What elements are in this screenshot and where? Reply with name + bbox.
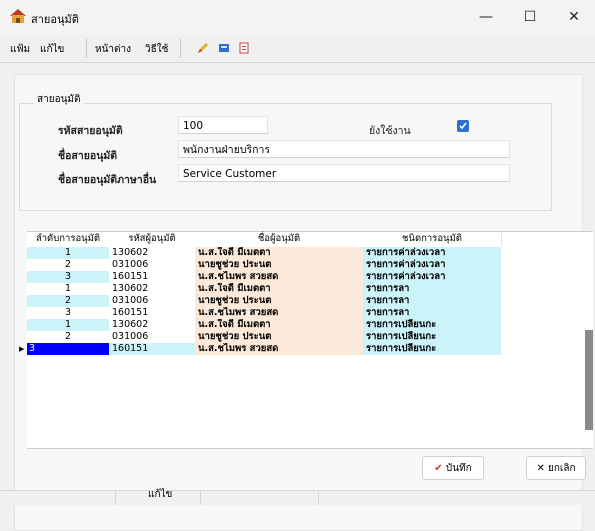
title-bar: สายอนุมัติ — ☐ ✕	[0, 0, 595, 34]
menu-help[interactable]: วิธีใช้	[145, 42, 168, 57]
group-title: สายอนุมัติ	[34, 92, 84, 107]
grid-scrollbar[interactable]	[585, 330, 593, 430]
active-checkbox[interactable]	[457, 120, 469, 132]
cell-approver-id[interactable]: 160151	[109, 307, 195, 319]
status-segment	[200, 491, 319, 505]
cell-approval-type[interactable]: รายการค่าล่วงเวลา	[363, 259, 501, 271]
menu-bar: แฟ้ม แก้ไข หน้าต่าง วิธีใช้	[0, 34, 595, 63]
cell-approver-name[interactable]: น.ส.ชไมพร สวยสด	[195, 271, 363, 283]
cell-sequence[interactable]: 2	[27, 331, 109, 343]
check-icon	[459, 122, 467, 130]
cell-sequence[interactable]: 1	[27, 247, 109, 259]
row-indicator-icon: ▶	[19, 345, 25, 353]
code-label: รหัสสายอนุมัติ	[58, 125, 123, 137]
cell-approver-name[interactable]: น.ส.ใจดี มีเมตตา	[195, 247, 363, 259]
cancel-button[interactable]: ✕ ยกเลิก	[526, 456, 586, 480]
cell-approver-id[interactable]: 031006	[109, 295, 195, 307]
name-other-input[interactable]: Service Customer	[178, 164, 510, 182]
cell-approver-name[interactable]: น.ส.ใจดี มีเมตตา	[195, 283, 363, 295]
cell-sequence[interactable]: 2	[27, 295, 109, 307]
maximize-button[interactable]: ☐	[510, 4, 550, 30]
cell-approval-type[interactable]: รายการลา	[363, 283, 501, 295]
menu-window[interactable]: หน้าต่าง	[95, 42, 131, 57]
cell-sequence[interactable]: 1	[27, 319, 109, 331]
window-title: สายอนุมัติ	[31, 13, 79, 26]
cell-sequence[interactable]: 3	[27, 343, 109, 355]
save-icon[interactable]	[217, 41, 231, 55]
column-header-approval-type[interactable]: ชนิดการอนุมัติ	[363, 232, 502, 246]
cell-sequence[interactable]: 3	[27, 307, 109, 319]
cell-approver-id[interactable]: 160151	[109, 271, 195, 283]
cell-approver-name[interactable]: น.ส.ชไมพร สวยสด	[195, 307, 363, 319]
status-bar: แก้ไข	[0, 489, 595, 505]
name-label: ชื่อสายอนุมัติ	[58, 150, 118, 162]
cell-approver-id[interactable]: 031006	[109, 259, 195, 271]
menu-separator	[86, 38, 87, 58]
status-segment	[0, 491, 116, 505]
cell-approval-type[interactable]: รายการค่าล่วงเวลา	[363, 271, 501, 283]
save-button[interactable]: ✔ บันทึก	[422, 456, 484, 480]
cell-approver-id[interactable]: 160151	[109, 343, 195, 355]
cell-approval-type[interactable]: รายการลา	[363, 307, 501, 319]
cell-approval-type[interactable]: รายการเปลี่ยนกะ	[363, 319, 501, 331]
approvers-grid[interactable]: ลำดับการอนุมัติ รหัสผู้อนุมัติ ชื่อผู้อน…	[19, 231, 593, 449]
close-button[interactable]: ✕	[554, 4, 594, 30]
column-header-approver-name[interactable]: ชื่อผู้อนุมัติ	[195, 232, 364, 246]
menu-file[interactable]: แฟ้ม	[10, 42, 30, 57]
toolbar-separator	[180, 38, 181, 58]
app-icon	[10, 9, 26, 23]
name-other-label: ชื่อสายอนุมัติภาษาอื่น	[58, 174, 157, 186]
cell-approver-name[interactable]: นายชูช่วย ประนต	[195, 295, 363, 307]
cell-approval-type[interactable]: รายการเปลี่ยนกะ	[363, 343, 501, 355]
cell-approver-id[interactable]: 031006	[109, 331, 195, 343]
cell-approver-id[interactable]: 130602	[109, 319, 195, 331]
cell-approver-name[interactable]: นายชูช่วย ประนต	[195, 331, 363, 343]
cell-approver-id[interactable]: 130602	[109, 283, 195, 295]
status-mode: แก้ไข	[148, 489, 173, 500]
cancel-button-label: ✕ ยกเลิก	[536, 463, 576, 474]
menu-edit[interactable]: แก้ไข	[40, 42, 64, 57]
cell-approval-type[interactable]: รายการลา	[363, 295, 501, 307]
document-icon[interactable]	[237, 41, 251, 55]
cell-sequence[interactable]: 3	[27, 271, 109, 283]
code-input[interactable]: 100	[178, 116, 268, 134]
active-label: ยังใช้งาน	[369, 125, 411, 137]
cell-approver-id[interactable]: 130602	[109, 247, 195, 259]
cell-approval-type[interactable]: รายการเปลี่ยนกะ	[363, 331, 501, 343]
cell-approval-type[interactable]: รายการค่าล่วงเวลา	[363, 247, 501, 259]
column-header-sequence[interactable]: ลำดับการอนุมัติ	[27, 232, 110, 246]
cell-sequence[interactable]: 2	[27, 259, 109, 271]
pencil-icon[interactable]	[196, 41, 210, 55]
save-button-label: ✔ บันทึก	[434, 463, 472, 474]
cell-sequence[interactable]: 1	[27, 283, 109, 295]
minimize-button[interactable]: —	[466, 4, 506, 30]
cell-approver-name[interactable]: น.ส.ชไมพร สวยสด	[195, 343, 363, 355]
name-input[interactable]: พนักงานฝ่ายบริการ	[178, 140, 510, 158]
cell-approver-name[interactable]: นายชูช่วย ประนต	[195, 259, 363, 271]
cell-approver-name[interactable]: น.ส.ใจดี มีเมตตา	[195, 319, 363, 331]
column-header-approver-id[interactable]: รหัสผู้อนุมัติ	[109, 232, 196, 246]
